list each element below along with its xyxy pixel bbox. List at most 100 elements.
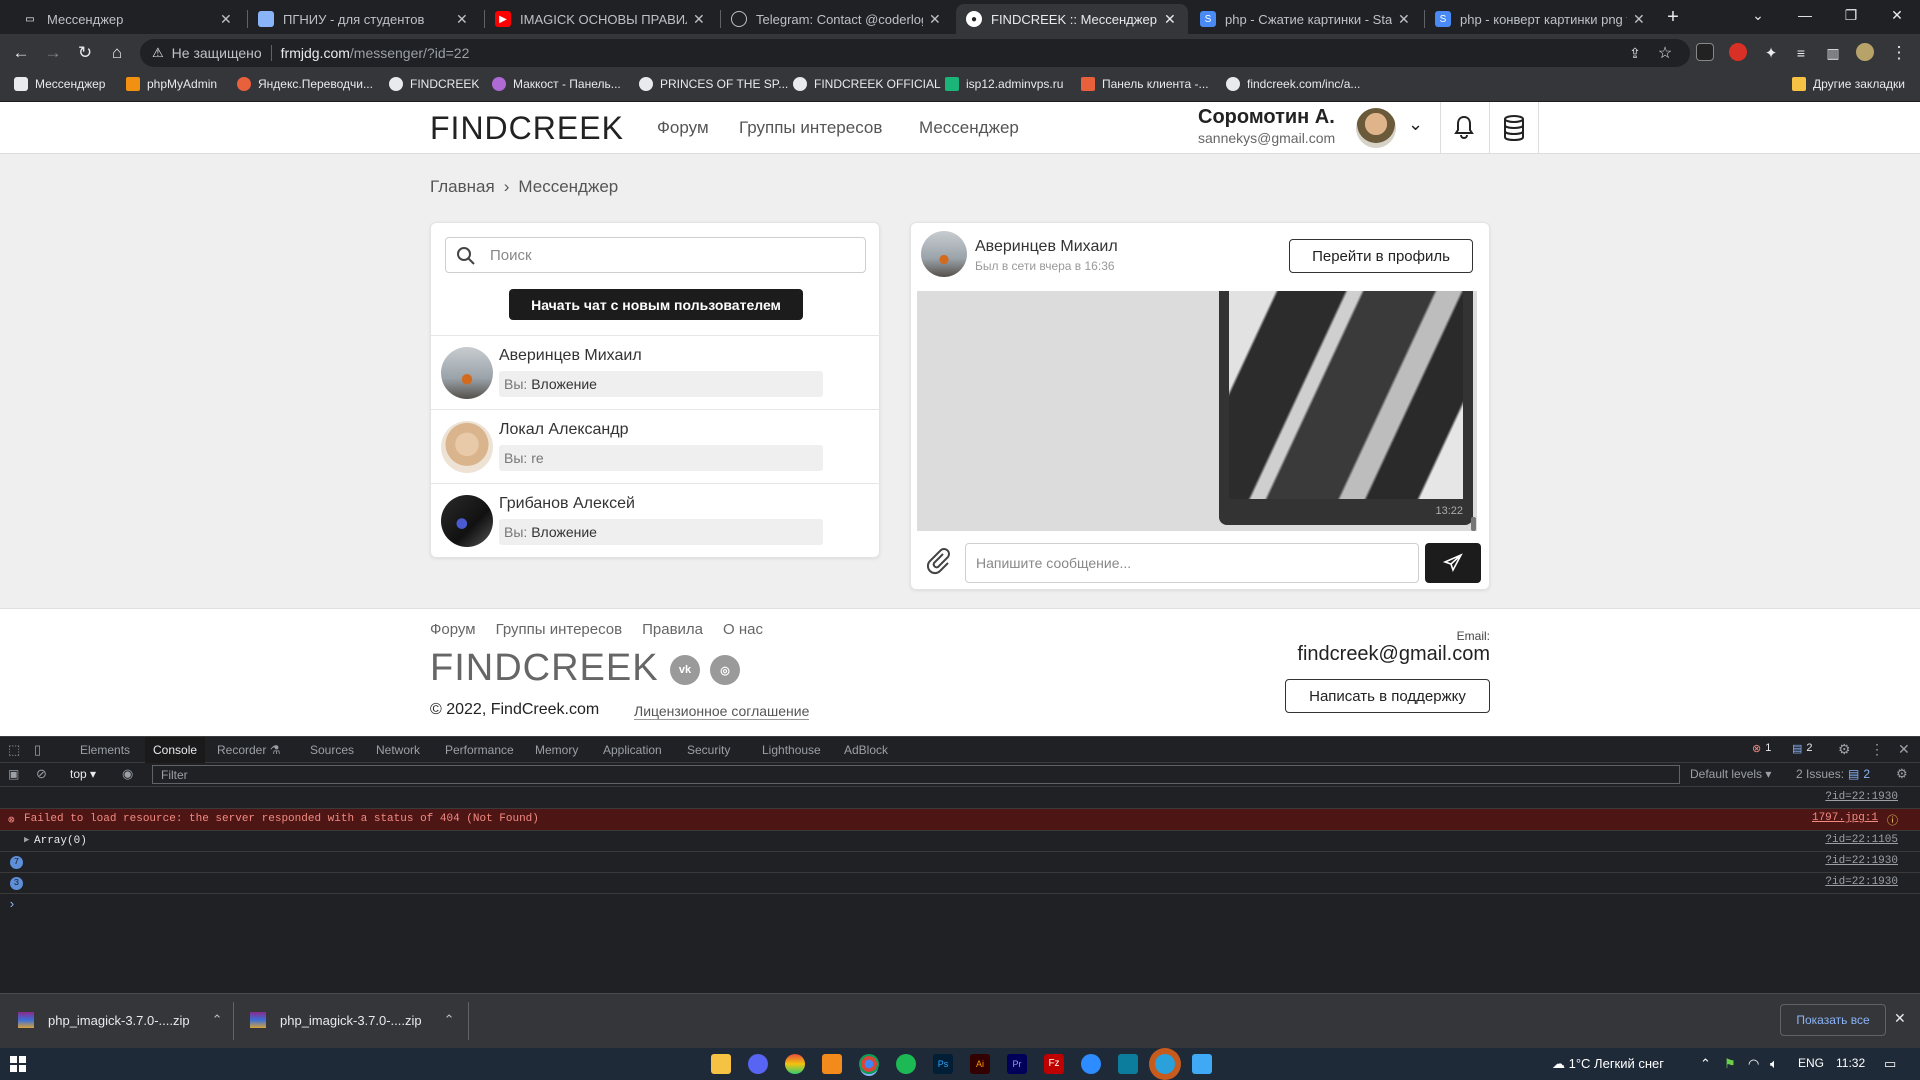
- context-select[interactable]: top ▾: [70, 767, 96, 781]
- discord-icon[interactable]: [748, 1054, 768, 1074]
- sublime-icon[interactable]: [822, 1054, 842, 1074]
- extensions-puzzle-icon[interactable]: ✦: [1758, 40, 1784, 66]
- bookmark-item[interactable]: findcreek.com/inc/a...: [1226, 77, 1360, 91]
- tab-stackoverflow-convert[interactable]: S php - конверт картинки png to ✕: [1425, 4, 1657, 34]
- footer-email[interactable]: findcreek@gmail.com: [1240, 643, 1490, 666]
- wifi-icon[interactable]: ◠: [1748, 1056, 1759, 1072]
- devtools-tab-security[interactable]: Security: [679, 737, 738, 763]
- user-name[interactable]: Соромотин А.: [1198, 106, 1335, 129]
- chat-list-item[interactable]: Аверинцев Михаил Вы: Вложение: [431, 335, 880, 409]
- footer-link-about[interactable]: О нас: [723, 621, 763, 638]
- issues-button[interactable]: 2 Issues: ▤ 2: [1796, 767, 1870, 781]
- new-tab-button[interactable]: +: [1650, 2, 1696, 32]
- notifications-icon[interactable]: ▭: [1884, 1056, 1896, 1072]
- chevron-up-icon[interactable]: ⌃: [1700, 1056, 1711, 1072]
- console-settings-gear-icon[interactable]: ⚙: [1896, 766, 1908, 782]
- instagram-icon[interactable]: ◎: [710, 655, 740, 685]
- volume-icon[interactable]: 🔈︎: [1770, 1056, 1778, 1072]
- close-icon[interactable]: ✕: [929, 11, 943, 28]
- go-to-profile-button[interactable]: Перейти в профиль: [1289, 239, 1473, 273]
- close-icon[interactable]: ✕: [220, 11, 234, 28]
- avatar[interactable]: [1356, 108, 1396, 148]
- tab-search-button[interactable]: ⌄: [1735, 0, 1781, 30]
- search-input[interactable]: Поиск: [445, 237, 866, 273]
- file-explorer-icon[interactable]: [711, 1054, 731, 1074]
- bookmark-item[interactable]: Яндекс.Переводчи...: [237, 77, 373, 91]
- premiere-icon[interactable]: Pr: [1007, 1054, 1027, 1074]
- message-count-badge[interactable]: ▤ 2: [1792, 742, 1813, 755]
- devtools-tab-console[interactable]: Console: [145, 737, 206, 763]
- devtools-menu-icon[interactable]: ⋮: [1870, 741, 1884, 758]
- close-icon[interactable]: ✕: [1164, 11, 1178, 28]
- new-chat-button[interactable]: Начать чат с новым пользователем: [509, 289, 803, 320]
- bookmark-item[interactable]: phpMyAdmin: [126, 77, 217, 91]
- devtools-tab-recorder[interactable]: Recorder ⚗: [209, 737, 288, 763]
- zoom-icon[interactable]: [1081, 1054, 1101, 1074]
- eye-icon[interactable]: ◉: [122, 766, 133, 782]
- bookmark-item[interactable]: FINDCREEK OFFICIAL: [793, 77, 941, 91]
- chat-list-item[interactable]: Грибанов Алексей Вы: Вложение: [431, 483, 880, 557]
- sidebar-toggle-icon[interactable]: ▣: [8, 767, 19, 781]
- breadcrumb-home[interactable]: Главная: [430, 177, 495, 197]
- tab-findcreek-messenger[interactable]: ● FINDCREEK :: Мессенджер ✕: [956, 4, 1188, 34]
- console-prompt[interactable]: ›: [8, 897, 16, 912]
- window-close-button[interactable]: ✕: [1874, 0, 1920, 30]
- weather-widget[interactable]: ☁ 1°C Легкий снег: [1552, 1056, 1664, 1072]
- tab-messenger[interactable]: ▭ Мессенджер ✕: [12, 4, 244, 34]
- devtools-tab-sources[interactable]: Sources: [302, 737, 362, 763]
- share-icon[interactable]: ⇪: [1622, 40, 1648, 66]
- bookmark-item[interactable]: PRINCES OF THE SP...: [639, 77, 788, 91]
- support-button[interactable]: Написать в поддержку: [1285, 679, 1490, 713]
- show-all-downloads-button[interactable]: Показать все: [1780, 1004, 1886, 1036]
- message-image[interactable]: [1229, 291, 1463, 499]
- console-source-link[interactable]: 1797.jpg:1: [1812, 812, 1878, 824]
- photos-icon[interactable]: [1192, 1054, 1212, 1074]
- download-item[interactable]: php_imagick-3.7.0-....zip ⌃: [250, 1012, 455, 1028]
- console-source-link[interactable]: ?id=22:1930: [1825, 855, 1898, 867]
- devtools-tab-network[interactable]: Network: [368, 737, 428, 763]
- adblock-extension-icon[interactable]: [1729, 43, 1747, 61]
- console-row[interactable]: 7 ?id=22:1930: [0, 852, 1920, 873]
- devtools-close-icon[interactable]: ✕: [1898, 741, 1910, 758]
- vk-icon[interactable]: vk: [670, 655, 700, 685]
- bookmark-item[interactable]: Мессенджер: [14, 77, 105, 91]
- other-bookmarks[interactable]: Другие закладки: [1792, 77, 1905, 91]
- console-source-link[interactable]: ?id=22:1930: [1825, 876, 1898, 888]
- expand-arrow-icon[interactable]: ▶: [24, 835, 29, 845]
- bookmark-item[interactable]: FINDCREEK: [389, 77, 479, 91]
- close-icon[interactable]: ✕: [693, 11, 707, 28]
- console-source-link[interactable]: ?id=22:1930: [1825, 791, 1898, 803]
- info-circle-icon[interactable]: ⓘ: [1887, 812, 1898, 828]
- footer-link-forum[interactable]: Форум: [430, 621, 476, 638]
- messages-area[interactable]: 13:22: [917, 291, 1477, 531]
- footer-link-groups[interactable]: Группы интересов: [496, 621, 623, 638]
- home-icon[interactable]: ⌂: [104, 40, 130, 66]
- bookmark-star-icon[interactable]: ☆: [1652, 40, 1678, 66]
- illustrator-icon[interactable]: Ai: [970, 1054, 990, 1074]
- console-error-row[interactable]: ⊗ Failed to load resource: the server re…: [0, 809, 1920, 831]
- nav-interest-groups[interactable]: Группы интересов: [739, 118, 882, 138]
- close-downloads-icon[interactable]: ✕: [1894, 1010, 1906, 1027]
- devtools-tab-memory[interactable]: Memory: [527, 737, 586, 763]
- tab-imagick-video[interactable]: ▶ IMAGICK ОСНОВЫ ПРАВИЛЬН ✕: [485, 4, 717, 34]
- profile-avatar[interactable]: [1856, 43, 1874, 61]
- bookmark-item[interactable]: Маккост - Панель...: [492, 77, 621, 91]
- telegram-icon[interactable]: [1155, 1054, 1175, 1074]
- clock[interactable]: 11:32: [1836, 1056, 1865, 1070]
- error-count-badge[interactable]: ⊗ 1: [1752, 742, 1771, 755]
- windows-start-icon[interactable]: [10, 1056, 26, 1072]
- database-icon[interactable]: [1502, 114, 1526, 142]
- chevron-up-icon[interactable]: ⌃: [444, 1012, 455, 1028]
- filezilla-icon[interactable]: Fz: [1044, 1054, 1064, 1074]
- devtools-tab-performance[interactable]: Performance: [437, 737, 522, 763]
- tab-stackoverflow-compress[interactable]: S php - Сжатие картинки - Stack ✕: [1190, 4, 1422, 34]
- forward-arrow-icon[interactable]: →: [40, 40, 66, 66]
- download-item[interactable]: php_imagick-3.7.0-....zip ⌃: [18, 1012, 223, 1028]
- close-icon[interactable]: ✕: [1398, 11, 1412, 28]
- menu-kebab-icon[interactable]: ⋮: [1886, 40, 1912, 66]
- language-indicator[interactable]: ENG: [1798, 1056, 1824, 1070]
- console-source-link[interactable]: ?id=22:1105: [1825, 834, 1898, 846]
- flag-icon[interactable]: ⚑: [1724, 1056, 1736, 1072]
- scrollbar-thumb[interactable]: [1471, 517, 1476, 531]
- nav-messenger[interactable]: Мессенджер: [919, 118, 1019, 138]
